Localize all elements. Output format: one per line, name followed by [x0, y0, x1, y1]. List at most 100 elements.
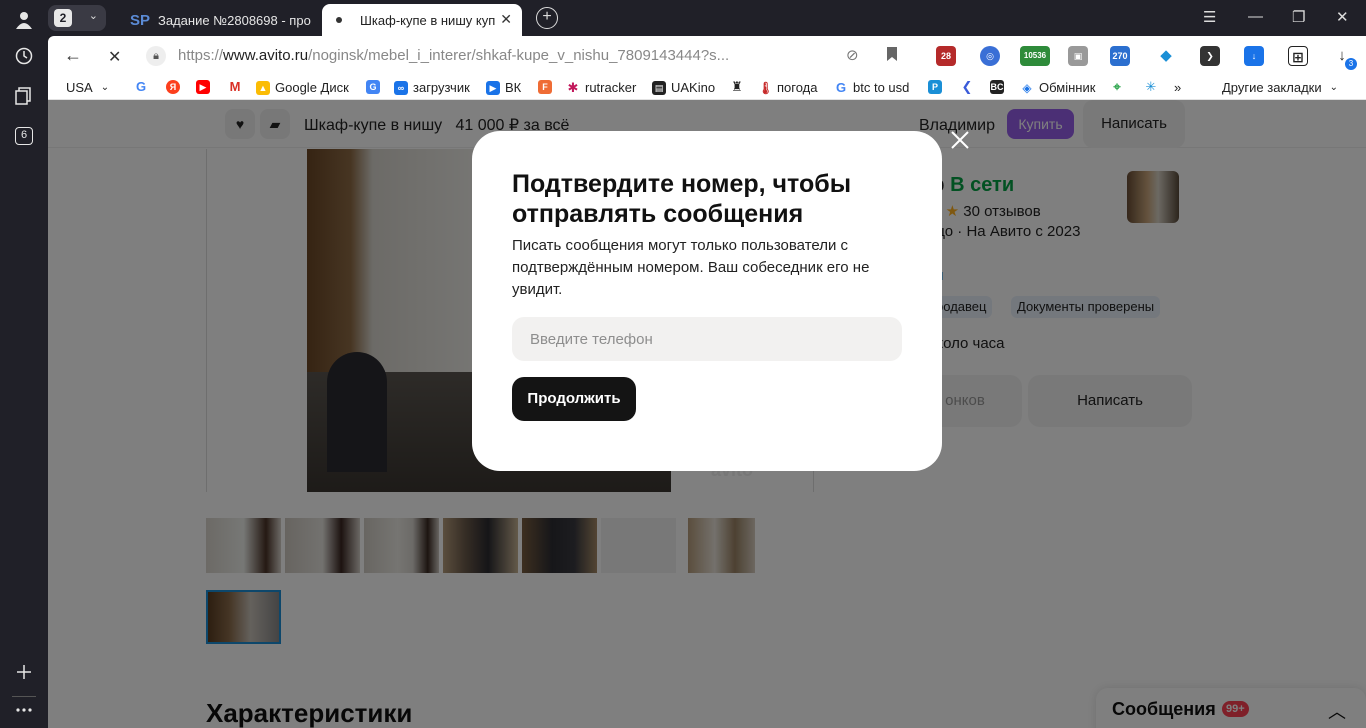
bookmark-bc[interactable]: BC: [990, 80, 1009, 94]
extension-download-icon[interactable]: ↓: [1244, 46, 1264, 66]
bookmark-person[interactable]: ♜: [730, 80, 749, 94]
rutracker-icon: ✱: [566, 79, 580, 95]
url-host: www.avito.ru: [223, 47, 309, 64]
other-bookmarks-label: Другие закладки: [1222, 80, 1322, 95]
google-icon: G: [134, 79, 148, 94]
bookmark-google[interactable]: G: [134, 80, 153, 94]
tab-group-count: 2: [54, 9, 72, 27]
other-bookmarks[interactable]: Другие закладки ⌄: [1222, 80, 1338, 95]
extension-puzzle-icon[interactable]: ⊞: [1288, 46, 1308, 66]
tab-avito-active[interactable]: Шкаф-купе в нишу купі ✕: [322, 4, 522, 36]
bookmark-google-drive[interactable]: ▲ Google Диск: [256, 80, 349, 95]
star-icon: ✳: [1144, 79, 1158, 94]
google-icon: G: [834, 79, 848, 95]
bookmark-rutracker[interactable]: ✱ rutracker: [566, 80, 636, 95]
url-field[interactable]: https://www.avito.ru/noginsk/mebel_i_int…: [178, 47, 729, 64]
profile-icon[interactable]: [12, 8, 36, 32]
chevron-down-icon: ⌄: [88, 10, 98, 22]
extension-badge-28[interactable]: 28: [936, 46, 956, 66]
bookmark-gmail[interactable]: M: [228, 80, 247, 94]
bookmark-btc[interactable]: Gbtc to usd: [834, 80, 909, 95]
workspace-badge-icon[interactable]: 6: [12, 124, 36, 148]
rail-divider: [12, 696, 36, 697]
tab-title: Задание №2808698 - про: [158, 12, 311, 28]
tab-task[interactable]: SP Задание №2808698 - про: [120, 4, 320, 36]
extension-diamond-icon[interactable]: ◆: [1156, 46, 1176, 66]
youtube-icon: ▶: [196, 80, 210, 94]
close-window-icon[interactable]: ✕: [1336, 8, 1349, 26]
bookmark-label: Обмінник: [1039, 80, 1096, 95]
phone-input[interactable]: [512, 317, 902, 361]
f-icon: F: [538, 80, 552, 94]
history-icon[interactable]: [12, 44, 36, 68]
bookmark-youtube[interactable]: ▶: [196, 80, 215, 94]
bookmark-label: USA: [66, 80, 93, 95]
bookmark-f[interactable]: F: [538, 80, 557, 94]
bookmark-translate[interactable]: G: [366, 80, 385, 94]
bookmark-label: загрузчик: [413, 80, 470, 95]
extension-briefcase-icon[interactable]: ▣: [1068, 46, 1088, 66]
bookmark-label: btc to usd: [853, 80, 910, 95]
minimize-icon[interactable]: —: [1248, 8, 1263, 25]
bookmark-uakino[interactable]: ▤ UAKino: [652, 80, 715, 95]
more-bookmarks-button[interactable]: »: [1174, 80, 1181, 95]
back-icon[interactable]: ←: [64, 45, 82, 66]
restore-icon[interactable]: ❐: [1292, 8, 1305, 26]
close-modal-icon[interactable]: [949, 129, 971, 151]
add-panel-icon[interactable]: [12, 660, 36, 684]
more-bookmarks-label: »: [1174, 80, 1182, 95]
url-path: /noginsk/mebel_i_interer/shkaf-kupe_v_ni…: [308, 47, 730, 64]
bookmark-usa[interactable]: USA ⌄: [66, 80, 109, 95]
person-icon: ♜: [730, 79, 744, 94]
bookmark-icon[interactable]: [886, 46, 898, 66]
bookmark-vk[interactable]: ▶ ВК: [486, 80, 521, 95]
extension-badge-10536[interactable]: 10536: [1020, 46, 1050, 66]
translate-icon: G: [366, 80, 380, 94]
bookmark-label: UAKino: [671, 80, 716, 95]
arrow-left-icon: ❮: [960, 79, 974, 94]
browser-side-rail: 6: [0, 0, 48, 728]
new-tab-button[interactable]: +: [536, 7, 558, 29]
extension-globe-icon[interactable]: ◎: [980, 46, 1000, 66]
uakino-icon: ▤: [652, 80, 666, 95]
extension-arrow-icon[interactable]: ❯: [1200, 46, 1220, 66]
lock-icon[interactable]: 🔒︎: [146, 46, 166, 66]
modal-description: Писать сообщения могут только пользовате…: [512, 237, 870, 298]
address-bar: ← ✕ 🔒︎ https://www.avito.ru/noginsk/mebe…: [48, 36, 1366, 76]
bookmark-label: погода: [777, 80, 818, 95]
tab-title: Шкаф-купе в нишу купі: [360, 12, 499, 28]
bookmark-weather[interactable]: 🌡︎ погода: [758, 80, 818, 95]
modal-title: Подтвердите номер, чтобы отправлять сооб…: [512, 170, 852, 228]
confirm-phone-modal: Подтвердите номер, чтобы отправлять сооб…: [472, 131, 942, 471]
tab-strip: 2 ⌄ SP Задание №2808698 - про Шкаф-купе …: [48, 0, 1366, 36]
chevron-down-icon: ⌄: [100, 82, 110, 93]
menu-icon[interactable]: ☰: [1203, 8, 1216, 26]
extension-badge-270[interactable]: 270: [1110, 46, 1130, 66]
bookmark-label: rutracker: [585, 80, 637, 95]
bc-icon: BC: [990, 80, 1004, 94]
more-dots-icon[interactable]: [12, 698, 36, 722]
continue-button[interactable]: Продолжить: [512, 377, 636, 421]
bookmark-arrow[interactable]: ❮: [960, 80, 979, 94]
bookmarks-bar: USA ⌄ G Я ▶ M ▲ Google Диск G ∞ загрузчик ▶…: [48, 76, 1366, 100]
bookmark-maps[interactable]: ⌖: [1110, 80, 1129, 94]
bookmark-star[interactable]: ✳: [1144, 80, 1163, 94]
bookmark-downloader[interactable]: ∞ загрузчик: [394, 80, 470, 95]
bookmark-exchange[interactable]: ◈ Обмінник: [1020, 80, 1095, 95]
bookmark-p[interactable]: P: [928, 80, 947, 94]
workspace-badge: 6: [15, 127, 33, 145]
tab-favicon: SP: [130, 11, 151, 29]
url-prefix: https://: [178, 47, 224, 64]
loading-dot-icon: [336, 17, 342, 23]
bookmark-yandex[interactable]: Я: [166, 80, 185, 94]
downloader-icon: ∞: [394, 80, 408, 95]
stop-loading-icon[interactable]: ✕: [108, 47, 121, 67]
protect-off-icon[interactable]: ⊘: [846, 46, 859, 64]
tab-group-selector[interactable]: 2 ⌄: [48, 5, 106, 31]
map-pin-icon: ⌖: [1110, 80, 1124, 94]
gmail-icon: M: [228, 79, 242, 94]
collections-icon[interactable]: [12, 84, 36, 108]
close-tab-icon[interactable]: ✕: [496, 11, 512, 28]
p-icon: P: [928, 80, 942, 94]
play-icon: ▶: [486, 80, 500, 95]
